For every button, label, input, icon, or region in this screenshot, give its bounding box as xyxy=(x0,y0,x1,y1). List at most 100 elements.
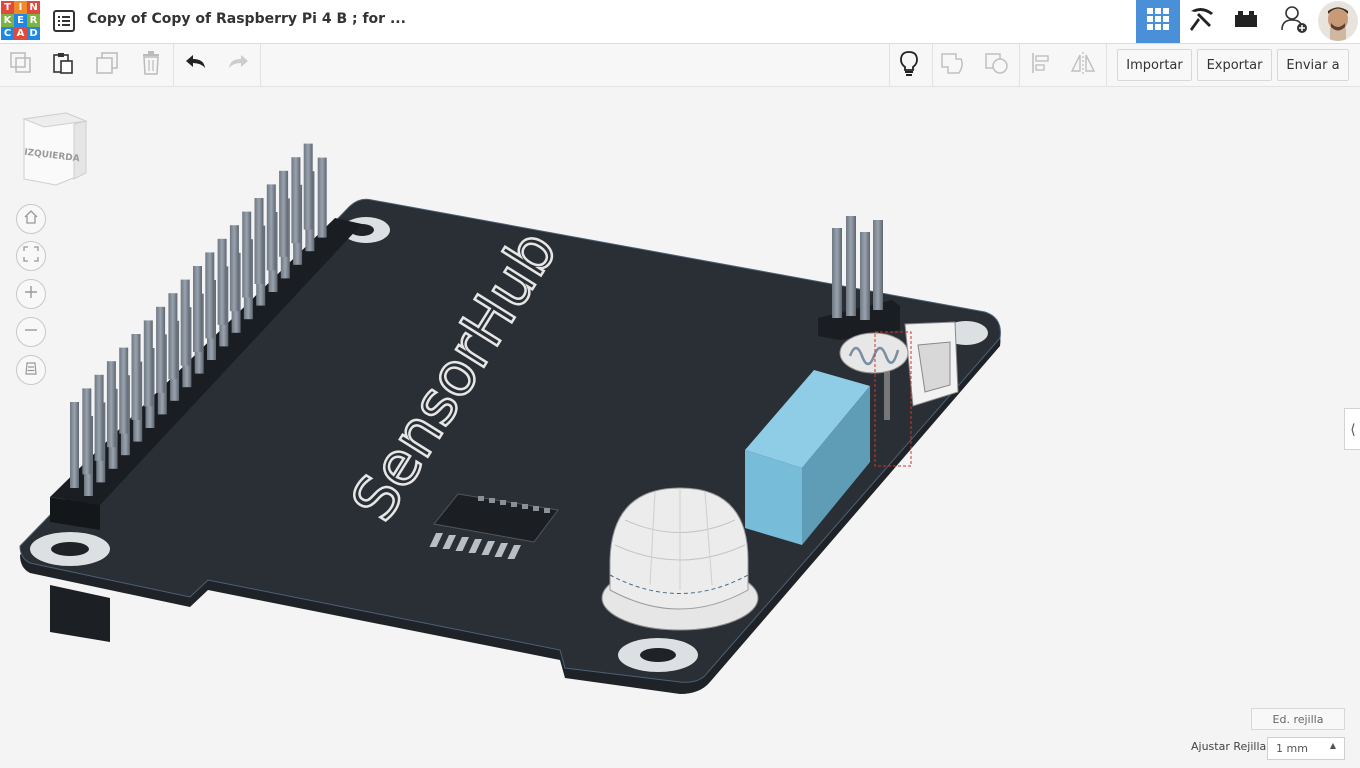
ic-pin xyxy=(489,498,495,503)
gpio-pin xyxy=(131,334,141,420)
tinkercad-logo[interactable]: TINKERCAD xyxy=(1,1,41,41)
import-button[interactable]: Importar xyxy=(1117,49,1192,81)
mirror-icon xyxy=(1070,51,1096,80)
gpio-pin xyxy=(317,157,327,238)
zoom-in-button[interactable] xyxy=(16,279,46,309)
ungroup-icon xyxy=(984,51,1010,80)
snap-grid-value: 1 mm xyxy=(1276,742,1308,755)
home-view-button[interactable] xyxy=(16,204,46,234)
gpio-pin xyxy=(180,279,190,366)
duplicate-button[interactable] xyxy=(92,50,122,80)
collapse-panel-button[interactable]: ⟨ xyxy=(1344,408,1360,450)
ic-pin xyxy=(544,508,550,513)
notes-button[interactable] xyxy=(894,50,924,80)
mounting-hole xyxy=(618,638,698,672)
workplane-viewport[interactable]: SensorHub IZQUIERDA xyxy=(0,87,1360,768)
ic-pin xyxy=(478,496,484,501)
redo-button[interactable] xyxy=(223,50,253,80)
view-cube[interactable]: IZQUIERDA xyxy=(16,109,90,187)
gpio-pin xyxy=(266,184,276,271)
top-bar: TINKERCAD Copy of Copy of Raspberry Pi 4… xyxy=(0,0,1360,44)
paste-button[interactable] xyxy=(48,50,78,80)
logo-letter: E xyxy=(14,14,27,27)
snap-grid-label: Ajustar Rejilla xyxy=(1191,740,1267,753)
ic-pin xyxy=(533,506,539,511)
undo-button[interactable] xyxy=(181,50,211,80)
edit-toolbar: Importar Exportar Enviar a xyxy=(0,44,1360,87)
design-list-icon[interactable] xyxy=(52,9,76,33)
perspective-toggle-button[interactable] xyxy=(16,355,46,385)
ungroup-button[interactable] xyxy=(982,50,1012,80)
gpio-pin xyxy=(229,225,239,312)
add-user-icon xyxy=(1280,4,1308,39)
gpio-pin xyxy=(168,293,178,380)
toolbar-separator xyxy=(1106,44,1107,86)
copy-icon xyxy=(9,51,33,80)
ic-pin xyxy=(511,502,517,507)
fit-icon xyxy=(23,245,39,267)
gpio-pin xyxy=(303,143,313,230)
jst-connector[interactable] xyxy=(904,321,959,407)
invite-user-button[interactable] xyxy=(1272,0,1316,43)
home-icon xyxy=(23,209,39,230)
gpio-pin xyxy=(106,361,116,448)
logo-letter: I xyxy=(14,1,27,14)
scene-canvas[interactable]: SensorHub xyxy=(0,87,1360,768)
dropdown-arrow-icon: ▲ xyxy=(1329,741,1336,750)
gpio-pin xyxy=(217,238,227,325)
zoom-out-button[interactable] xyxy=(16,317,46,347)
logo-letter: K xyxy=(1,14,14,27)
3d-design-button[interactable] xyxy=(1136,0,1180,43)
pickaxe-icon xyxy=(1187,5,1217,38)
logo-letter: T xyxy=(1,1,14,14)
toolbar-separator xyxy=(1019,44,1020,86)
lego-bricks-button[interactable] xyxy=(1224,0,1268,43)
ic-pin xyxy=(522,504,528,509)
logo-letter: D xyxy=(27,27,40,40)
toolbar-separator xyxy=(889,44,890,86)
send-to-button[interactable]: Enviar a xyxy=(1277,49,1349,81)
minecraft-button[interactable] xyxy=(1180,0,1224,43)
plus-icon xyxy=(23,284,39,305)
gpio-pin xyxy=(119,347,129,434)
gpio-pin xyxy=(156,306,166,393)
copy-button[interactable] xyxy=(6,50,36,80)
brick-icon xyxy=(1233,9,1259,34)
gpio-pin xyxy=(143,320,153,407)
logo-letter: R xyxy=(27,14,40,27)
user-avatar[interactable] xyxy=(1318,1,1358,41)
gpio-pin xyxy=(279,170,289,257)
redo-icon xyxy=(226,53,250,78)
chevron-left-icon: ⟨ xyxy=(1350,420,1356,437)
trash-icon xyxy=(140,50,162,80)
standoff xyxy=(50,585,110,642)
edit-grid-button[interactable]: Ed. rejilla xyxy=(1251,708,1345,730)
toolbar-separator xyxy=(173,44,174,86)
grid-view-icon xyxy=(1146,7,1170,36)
delete-button[interactable] xyxy=(136,50,166,80)
minus-icon xyxy=(23,322,39,343)
duplicate-icon xyxy=(95,51,119,80)
gpio-pin xyxy=(94,374,104,461)
gpio-pin xyxy=(82,388,92,475)
logo-letter: N xyxy=(27,1,40,14)
align-icon xyxy=(1030,51,1052,80)
snap-grid-select[interactable]: 1 mm ▲ xyxy=(1267,737,1345,760)
perspective-icon xyxy=(23,360,39,381)
align-button[interactable] xyxy=(1026,50,1056,80)
group-button[interactable] xyxy=(938,50,968,80)
design-title[interactable]: Copy of Copy of Raspberry Pi 4 B ; for .… xyxy=(87,11,406,27)
gpio-pin xyxy=(193,266,202,352)
ic-pin xyxy=(500,500,506,505)
logo-letter: A xyxy=(14,27,27,40)
mounting-hole xyxy=(30,532,110,566)
export-button[interactable]: Exportar xyxy=(1197,49,1272,81)
gpio-pin xyxy=(205,252,215,339)
mirror-button[interactable] xyxy=(1068,50,1098,80)
fit-view-button[interactable] xyxy=(16,241,46,271)
gpio-pin xyxy=(291,157,301,244)
gpio-pin xyxy=(254,198,264,284)
gpio-pin xyxy=(70,402,79,488)
undo-icon xyxy=(184,53,208,78)
lightbulb-icon xyxy=(899,50,919,81)
